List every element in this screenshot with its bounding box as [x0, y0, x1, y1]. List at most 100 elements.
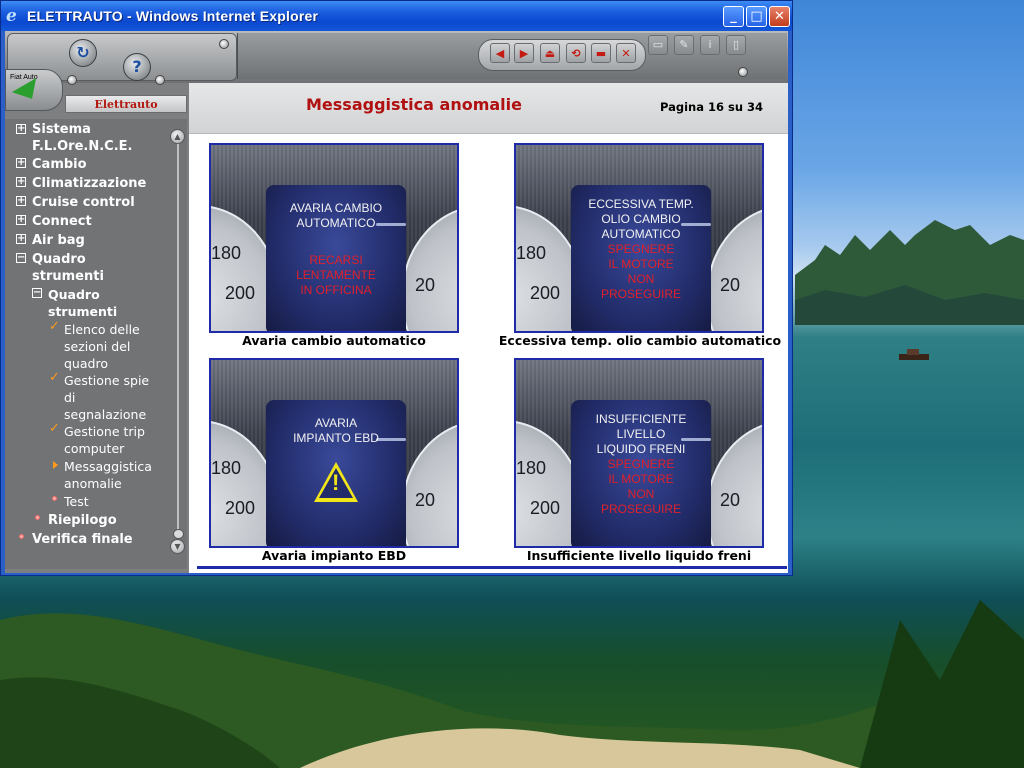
sidebar-leaf-gestione-spie[interactable]: Gestione spie di segnalazione [64, 372, 149, 423]
dial-number: 180 [516, 243, 547, 263]
printer-icon: ▬ [595, 47, 607, 60]
sidebar-scrollbar[interactable] [177, 133, 179, 537]
expand-plus-icon[interactable]: + [16, 234, 26, 244]
back-button[interactable]: ◀ [490, 43, 510, 63]
speech-bubble-icon: ▭ [652, 38, 664, 51]
forward-button[interactable]: ▶ [514, 43, 534, 63]
reload-icon: ⟲ [571, 47, 581, 60]
sidebar-leaf-gestione-trip[interactable]: Gestione trip computer [64, 423, 145, 457]
sidebar-leaf-test[interactable]: Test [64, 493, 89, 510]
message-line: AUTOMATICO [601, 227, 681, 241]
page-title: Messaggistica anomalie [306, 95, 522, 114]
sidebar-item-sistema[interactable]: Sistema F.L.Ore.N.C.E. [32, 121, 132, 155]
content-pane: Messaggistica anomalie Pagina 16 su 34 1… [189, 83, 788, 573]
sidebar-item-climatizzazione[interactable]: Climatizzazione [32, 175, 146, 192]
sidebar-item-connect[interactable]: Connect [32, 213, 92, 230]
dial-number: 20 [720, 490, 741, 510]
dot-icon [19, 534, 24, 539]
scroll-up-button[interactable]: ▲ [170, 129, 185, 144]
scroll-thumb[interactable] [173, 529, 184, 539]
sidebar-leaf-messaggistica-anomalie[interactable]: Messaggistica anomalie [64, 458, 152, 492]
rev-dial [706, 420, 762, 546]
dial-number: 20 [415, 490, 436, 510]
fiat-logo[interactable]: Fiat Auto [5, 69, 63, 111]
scroll-down-button[interactable]: ▼ [170, 539, 185, 554]
wrench-icon: ✎ [679, 38, 689, 51]
exclamation-icon: ! [332, 470, 340, 495]
content-header: Messaggistica anomalie Pagina 16 su 34 [189, 83, 788, 134]
message-line: IMPIANTO EBD [293, 431, 379, 445]
rev-dial [706, 205, 762, 331]
app-header: ↻ ? ◀ ▶ ⏏ ⟲ ▬ ✕ ▭ ✎ i ▯ [5, 31, 788, 85]
green-arrow-icon [11, 78, 45, 106]
arrow-left-icon: ◀ [495, 47, 505, 60]
card-caption: Avaria cambio automatico [242, 333, 426, 348]
tools-button[interactable]: ✎ [674, 35, 694, 55]
sidebar-item-label: Gestione trip [64, 424, 145, 439]
sidebar-item-air-bag[interactable]: Air bag [32, 232, 85, 249]
check-icon: ✓ [49, 421, 60, 436]
message-line: LENTAMENTE [296, 268, 376, 282]
check-icon: ✓ [49, 370, 60, 385]
sidebar-item-label: sezioni del [64, 339, 131, 354]
sidebar-leaf-elenco-sezioni[interactable]: Elenco delle sezioni del quadro [64, 321, 140, 372]
title-bar[interactable]: e ELETTRAUTO - Windows Internet Explorer… [1, 1, 792, 31]
collapse-minus-icon[interactable]: − [16, 253, 26, 263]
dial-number: 200 [225, 283, 256, 303]
help-icon: ? [132, 57, 142, 76]
minimize-button[interactable]: _ [723, 6, 744, 27]
expand-plus-icon[interactable]: + [16, 158, 26, 168]
toolbar-panel: ◀ ▶ ⏏ ⟲ ▬ ✕ ▭ ✎ i ▯ [237, 33, 787, 79]
message-line: AVARIA [314, 416, 358, 430]
refresh-circle-button[interactable]: ↻ [69, 39, 97, 67]
sidebar-item-label: segnalazione [64, 407, 147, 422]
screw-icon [738, 67, 748, 77]
exit-button[interactable]: ✕ [616, 43, 636, 63]
collapse-minus-icon[interactable]: − [32, 288, 42, 298]
warning-image-card: 180 200 20 ECCESSIVA TEMP. OLIO CAMBIO A… [514, 143, 764, 333]
close-window-button[interactable]: ✕ [769, 6, 790, 27]
document-button[interactable]: ▯ [726, 35, 746, 55]
sidebar-item-label: F.L.Ore.N.C.E. [32, 139, 133, 154]
help-button[interactable]: ? [123, 53, 151, 81]
sidebar-item-cambio[interactable]: Cambio [32, 156, 87, 173]
browser-window: e ELETTRAUTO - Windows Internet Explorer… [0, 0, 793, 576]
maximize-button[interactable]: □ [746, 6, 767, 27]
expand-plus-icon[interactable]: + [16, 196, 26, 206]
chevron-down-icon: ▼ [174, 542, 181, 551]
wallpaper-boat [899, 349, 929, 360]
check-icon: ✓ [49, 319, 60, 334]
info-button[interactable]: i [700, 35, 720, 55]
sidebar-item-quadro-strumenti[interactable]: Quadro strumenti [32, 251, 104, 285]
card-caption: Eccessiva temp. olio cambio automatico [498, 333, 782, 348]
rev-dial [401, 205, 457, 331]
sidebar-item-verifica-finale[interactable]: Verifica finale [32, 531, 133, 548]
lcd-display: ECCESSIVA TEMP. OLIO CAMBIO AUTOMATICO S… [571, 185, 711, 331]
comment-button[interactable]: ▭ [648, 35, 668, 55]
wallpaper-shore [0, 600, 1024, 768]
sidebar-item-label: Quadro [32, 252, 86, 267]
close-icon: ✕ [774, 9, 785, 24]
sidebar-item-label: Quadro [48, 287, 100, 302]
message-line: NON [627, 487, 655, 501]
sidebar-item-label: di [64, 390, 76, 405]
eject-icon: ⏏ [544, 47, 556, 60]
sidebar-item-cruise-control[interactable]: Cruise control [32, 194, 135, 211]
wallpaper-mountains [795, 220, 1024, 325]
warning-image-card: 180 200 20 AVARIA CAMBIO AUTOMATICO RECA… [209, 143, 459, 333]
close-x-icon: ✕ [621, 47, 631, 60]
screw-icon [67, 75, 77, 85]
expand-plus-icon[interactable]: + [16, 215, 26, 225]
first-page-button[interactable]: ⏏ [540, 43, 560, 63]
expand-plus-icon[interactable]: + [16, 177, 26, 187]
message-line: INSUFFICIENTE [595, 412, 687, 426]
sidebar-subitem-quadro-strumenti[interactable]: Quadro strumenti [48, 286, 117, 320]
dot-icon [52, 496, 57, 501]
reload-button[interactable]: ⟲ [566, 43, 586, 63]
print-button[interactable]: ▬ [591, 43, 611, 63]
screw-icon [155, 75, 165, 85]
expand-plus-icon[interactable]: + [16, 124, 26, 134]
screw-icon [219, 39, 229, 49]
sidebar-item-riepilogo[interactable]: Riepilogo [48, 512, 117, 529]
sidebar-item-label: Sistema [32, 122, 91, 137]
